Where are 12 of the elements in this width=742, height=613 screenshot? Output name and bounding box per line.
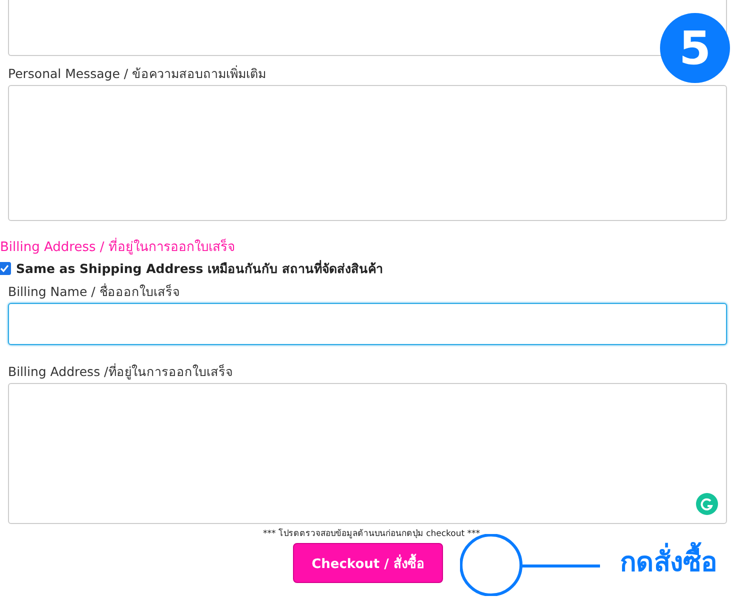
section-heading: Billing Address / ที่อยู่ในการออกใบเสร็จ: [0, 240, 727, 255]
input-field[interactable]: [8, 303, 727, 345]
annotation-text: กดสั่งซื้อ: [620, 540, 717, 583]
field-label: Personal Message / ข้อความสอบถามเพิ่มเติม: [8, 67, 268, 81]
checkout-button[interactable]: Checkout / สั่งซื้อ: [293, 543, 443, 583]
note-text: *** โปรดตรวจสอบข้อมูลด้านบนก่อนกดปุ่ม checkout ***: [262, 529, 482, 540]
checkbox[interactable]: [0, 262, 11, 275]
grammarly-icon[interactable]: [696, 493, 718, 515]
step-badge: 5: [660, 13, 730, 83]
checkbox-label: Same as Shipping Address เหมือนกันกับ สถานที่จัดส่งสินค้า: [16, 261, 383, 276]
field-label: Billing Name / ชื่อออกใบเสร็จ: [8, 285, 180, 299]
field-label: Billing Address /ที่อยู่ในการออกใบเสร็จ: [8, 365, 234, 379]
